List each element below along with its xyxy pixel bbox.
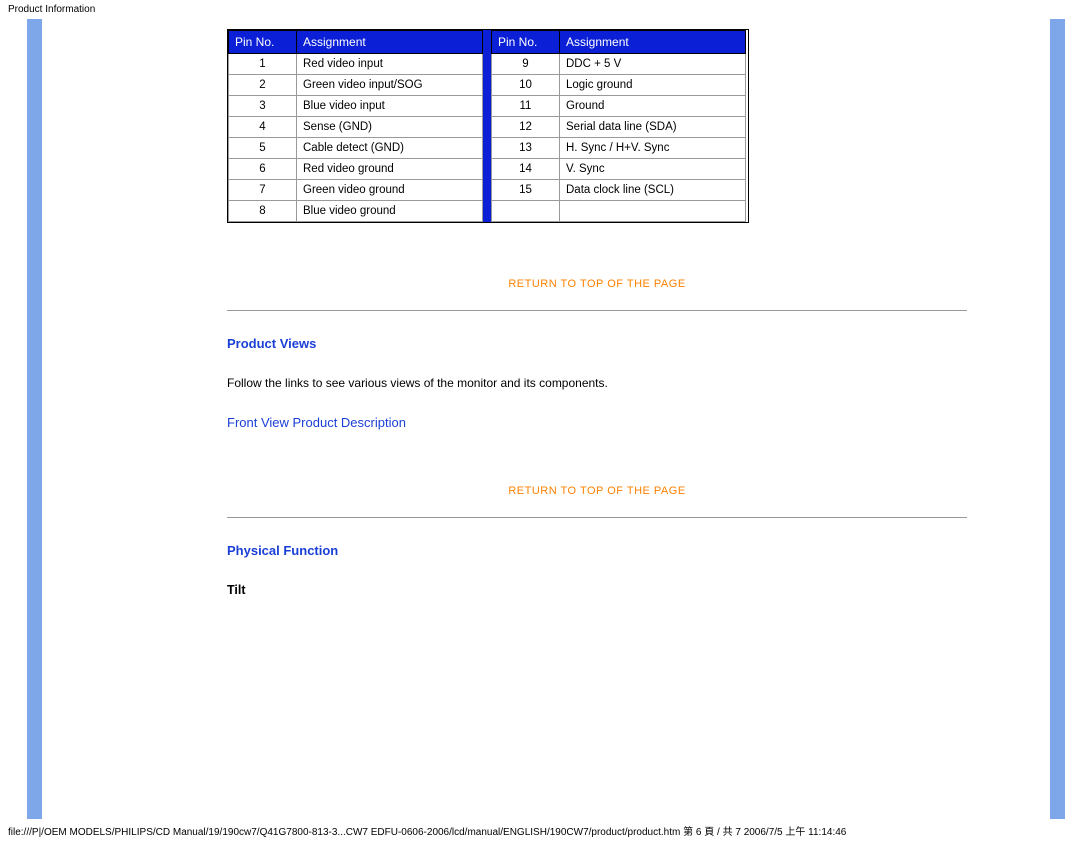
table-row: 11Ground [492, 96, 746, 117]
table-row: 1Red video input [229, 54, 483, 75]
table-row: 8Blue video ground [229, 201, 483, 222]
assign-cell: Green video input/SOG [297, 75, 483, 96]
pin-cell: 9 [492, 54, 560, 75]
pin-cell: 5 [229, 138, 297, 159]
table-row: 6Red video ground [229, 159, 483, 180]
left-decor-stripe [27, 19, 42, 819]
pin-cell [492, 201, 560, 222]
pin-assignment-table: Pin No. Assignment 1Red video input2Gree… [227, 29, 749, 223]
assign-cell: DDC + 5 V [560, 54, 746, 75]
assign-cell: Sense (GND) [297, 117, 483, 138]
pin-cell: 10 [492, 75, 560, 96]
assign-cell: Red video input [297, 54, 483, 75]
assign-cell: V. Sync [560, 159, 746, 180]
col-header-pin: Pin No. [229, 31, 297, 54]
pin-cell: 14 [492, 159, 560, 180]
return-top-anchor[interactable]: RETURN TO TOP OF THE PAGE [508, 278, 685, 290]
assign-cell: Logic ground [560, 75, 746, 96]
assign-cell: Data clock line (SCL) [560, 180, 746, 201]
table-row-empty [492, 201, 746, 222]
divider [227, 517, 967, 518]
col-header-assign: Assignment [297, 31, 483, 54]
table-row: 9DDC + 5 V [492, 54, 746, 75]
pin-cell: 8 [229, 201, 297, 222]
assign-cell: Red video ground [297, 159, 483, 180]
assign-cell: H. Sync / H+V. Sync [560, 138, 746, 159]
col-header-assign: Assignment [560, 31, 746, 54]
section-product-views: Product Views [227, 336, 1050, 351]
return-top-link[interactable]: RETURN TO TOP OF THE PAGE [227, 485, 967, 497]
pin-cell: 15 [492, 180, 560, 201]
pin-cell: 7 [229, 180, 297, 201]
right-decor-stripe [1050, 19, 1065, 819]
divider [227, 310, 967, 311]
table-row: 13H. Sync / H+V. Sync [492, 138, 746, 159]
table-row: 3Blue video input [229, 96, 483, 117]
assign-cell: Green video ground [297, 180, 483, 201]
table-row: 14V. Sync [492, 159, 746, 180]
assign-cell: Ground [560, 96, 746, 117]
table-row: 7Green video ground [229, 180, 483, 201]
pin-cell: 2 [229, 75, 297, 96]
assign-cell: Blue video input [297, 96, 483, 117]
return-top-link[interactable]: RETURN TO TOP OF THE PAGE [227, 278, 967, 290]
col-header-pin: Pin No. [492, 31, 560, 54]
assign-cell: Cable detect (GND) [297, 138, 483, 159]
return-top-anchor[interactable]: RETURN TO TOP OF THE PAGE [508, 485, 685, 497]
table-divider [483, 30, 491, 222]
pin-cell: 13 [492, 138, 560, 159]
table-row: 2Green video input/SOG [229, 75, 483, 96]
table-row: 5Cable detect (GND) [229, 138, 483, 159]
tilt-heading: Tilt [227, 583, 1050, 597]
section-physical-function: Physical Function [227, 543, 1050, 558]
page-footer: file:///P|/OEM MODELS/PHILIPS/CD Manual/… [0, 819, 1080, 842]
pin-table-right: Pin No. Assignment 9DDC + 5 V10Logic gro… [491, 30, 746, 222]
table-row: 4Sense (GND) [229, 117, 483, 138]
table-row: 15Data clock line (SCL) [492, 180, 746, 201]
pin-cell: 1 [229, 54, 297, 75]
table-row: 12Serial data line (SDA) [492, 117, 746, 138]
pin-cell: 6 [229, 159, 297, 180]
pin-table-left: Pin No. Assignment 1Red video input2Gree… [228, 30, 483, 222]
table-row: 10Logic ground [492, 75, 746, 96]
product-views-text: Follow the links to see various views of… [227, 376, 1050, 390]
main-content: Pin No. Assignment 1Red video input2Gree… [42, 19, 1050, 819]
pin-cell: 12 [492, 117, 560, 138]
page-header: Product Information [0, 0, 1080, 19]
assign-cell: Serial data line (SDA) [560, 117, 746, 138]
front-view-link[interactable]: Front View Product Description [227, 415, 406, 430]
assign-cell: Blue video ground [297, 201, 483, 222]
page-body: Pin No. Assignment 1Red video input2Gree… [0, 19, 1080, 819]
assign-cell [560, 201, 746, 222]
pin-cell: 3 [229, 96, 297, 117]
pin-cell: 11 [492, 96, 560, 117]
pin-cell: 4 [229, 117, 297, 138]
